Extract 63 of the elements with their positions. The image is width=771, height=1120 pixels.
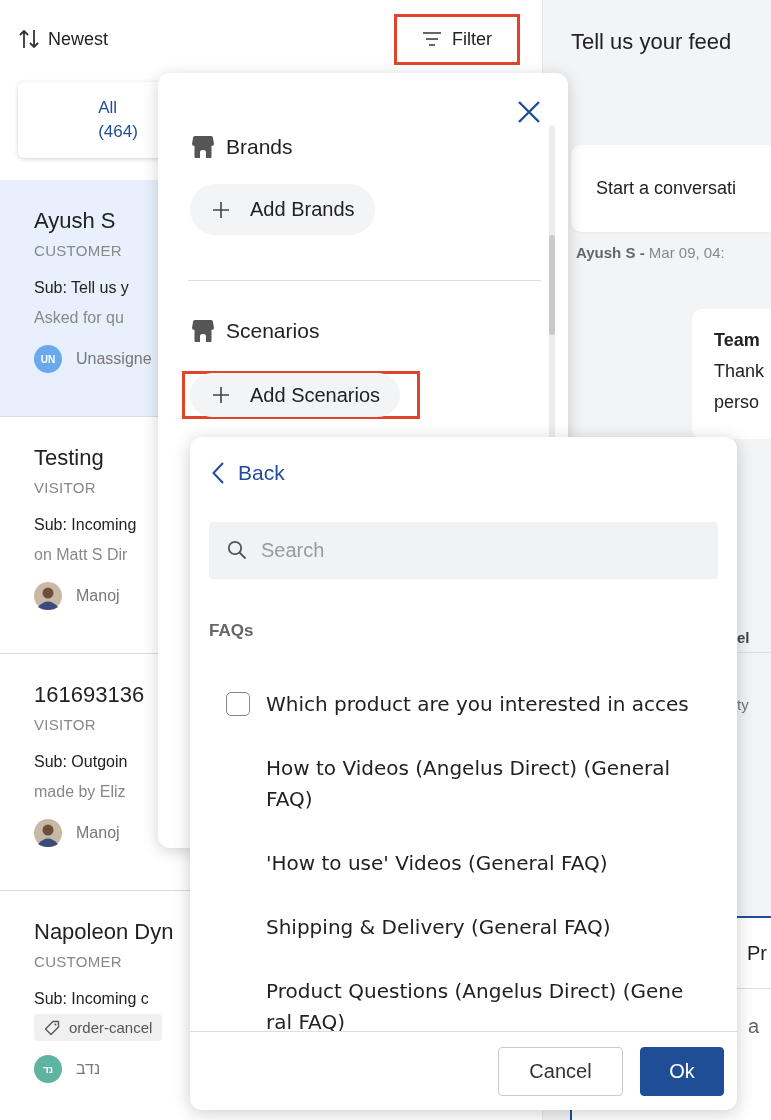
preview-text: Asked for qu	[34, 309, 124, 327]
message-text: Start a conversati	[596, 178, 737, 199]
preview-text: on Matt S Dir	[34, 546, 128, 564]
subject-text: Sub: Incoming c	[34, 990, 149, 1008]
checkbox[interactable]	[226, 692, 250, 716]
store-icon	[190, 318, 216, 344]
contact-role: VISITOR	[34, 716, 96, 733]
assignee-name: נדב	[76, 1060, 101, 1078]
search-icon	[227, 540, 247, 560]
chevron-left-icon	[212, 462, 224, 484]
assignee-name: Manoj	[76, 587, 120, 605]
preview-text: made by Eliz	[34, 783, 126, 801]
assignee-name: Manoj	[76, 824, 120, 842]
option-item[interactable]: Shipping & Delivery (General FAQ)	[266, 912, 686, 943]
add-button[interactable]: Add Scenarios	[190, 373, 401, 417]
sender-name: Team	[714, 329, 761, 352]
option-label: Which product are you interested in acces	[266, 691, 689, 718]
option-item[interactable]: How to Videos (Angelus Direct) (General FAQ)	[266, 753, 686, 815]
cancel-button[interactable]: Cancel	[498, 1046, 623, 1096]
contact-name: Testing	[34, 445, 104, 471]
contact-role: CUSTOMER	[34, 242, 122, 259]
subject-text: Sub: Outgoin	[34, 753, 128, 771]
tag-icon	[44, 1019, 60, 1036]
assignee-name: Unassigne	[76, 350, 152, 368]
avatar: UN	[34, 345, 62, 373]
option-item[interactable]: Product Questions (Angelus Direct) (General FAQ)	[266, 976, 686, 1031]
back-button[interactable]: Back	[212, 459, 285, 487]
plus-icon	[212, 200, 230, 219]
message-line: Thank	[714, 360, 766, 383]
section-title: Brands	[226, 135, 293, 159]
sort-icon	[18, 28, 40, 50]
add-button[interactable]: Add Brands	[190, 184, 375, 235]
close-button[interactable]	[517, 100, 541, 124]
close-icon	[517, 100, 541, 124]
note-sender: el	[737, 629, 751, 646]
subject-text: Sub: Tell us y	[34, 279, 129, 297]
avatar	[34, 819, 62, 847]
group-label: FAQs	[209, 621, 255, 641]
ok-button[interactable]: Ok	[640, 1046, 724, 1096]
search-field[interactable]: Search	[209, 522, 718, 579]
panel-text: a	[748, 1015, 760, 1037]
contact-name: Ayush S	[34, 208, 116, 234]
filter-icon	[422, 31, 442, 47]
panel-tab[interactable]: Pr	[747, 941, 767, 965]
plus-icon	[212, 386, 230, 404]
scrollbar-thumb[interactable]	[549, 235, 555, 335]
message-meta: Ayush S - Mar 09, 04:	[576, 244, 726, 261]
message-line: perso	[714, 391, 761, 414]
conversation-title: Tell us your feed	[571, 29, 733, 55]
avatar	[34, 582, 62, 610]
note-text: ty	[737, 696, 750, 713]
avatar: נד	[34, 1055, 62, 1083]
filter-button[interactable]: Filter	[414, 24, 500, 54]
contact-name: 161693136	[34, 682, 145, 708]
contact-role: CUSTOMER	[34, 953, 122, 970]
contact-name: Napoleon Dyn	[34, 919, 174, 945]
contact-role: VISITOR	[34, 479, 96, 496]
sort-label[interactable]: Newest	[48, 28, 109, 50]
option-item[interactable]: 'How to use' Videos (General FAQ)	[266, 848, 686, 879]
section-title: Scenarios	[226, 319, 320, 343]
subject-text: Sub: Incoming	[34, 516, 137, 534]
store-icon	[190, 134, 216, 160]
tag-label: order-cancel	[69, 1019, 153, 1036]
